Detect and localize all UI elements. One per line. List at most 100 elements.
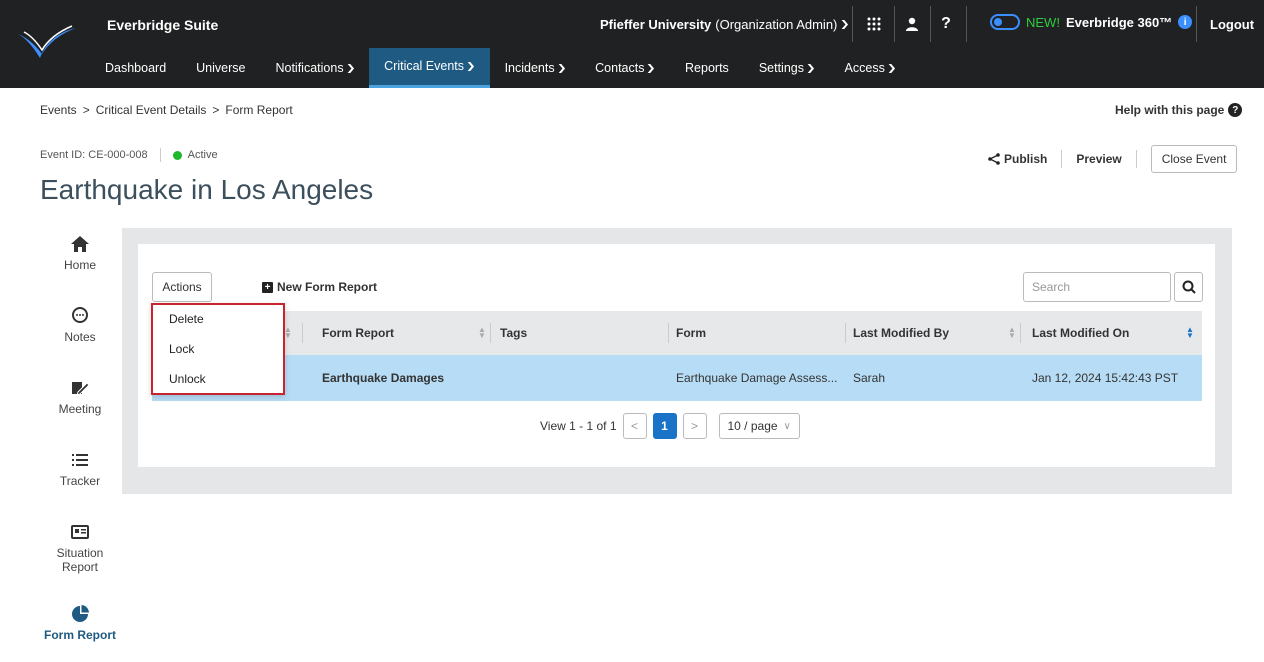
pie-chart-icon	[72, 605, 89, 622]
new-form-report-label: New Form Report	[277, 280, 378, 294]
nav-label: Settings	[758, 61, 804, 75]
side-item-label: Form Report	[44, 628, 116, 642]
sort-icon[interactable]: ▲ ▼	[1008, 326, 1016, 340]
sort-active-icon[interactable]: ▲ ▼	[1186, 326, 1194, 340]
column-divider	[1020, 323, 1021, 343]
actions-button[interactable]: Actions	[152, 272, 212, 302]
column-header-last-modified-by[interactable]: Last Modified By	[853, 311, 949, 355]
table-row[interactable]: ed Earthquake Damages Earthquake Damage …	[152, 355, 1202, 401]
next-page-button[interactable]: >	[682, 413, 707, 439]
new-form-report-button[interactable]: + New Form Report	[262, 280, 377, 294]
sort-icon[interactable]: ▲ ▼	[284, 326, 292, 340]
meeting-icon	[72, 382, 90, 396]
side-item-tracker[interactable]: Tracker	[40, 450, 120, 488]
side-item-form-report[interactable]: Form Report	[40, 604, 120, 642]
menu-item-lock[interactable]: Lock	[169, 342, 194, 356]
form-report-name[interactable]: Earthquake Damages	[322, 355, 444, 401]
new-badge: NEW!	[1026, 14, 1060, 30]
report-icon	[71, 525, 89, 539]
org-role: (Organization Admin)	[715, 17, 838, 32]
apps-grid-icon[interactable]	[860, 10, 888, 38]
side-item-meeting[interactable]: Meeting	[40, 378, 120, 416]
page-size-select[interactable]: 10 / page ∨	[718, 413, 800, 439]
side-item-label: Tracker	[59, 474, 101, 488]
breadcrumb-separator: >	[212, 103, 220, 117]
menu-item-unlock[interactable]: Unlock	[169, 372, 206, 386]
actions-divider	[1135, 150, 1137, 168]
search-button[interactable]	[1174, 272, 1203, 302]
suite-title: Everbridge Suite	[107, 17, 219, 33]
nav-incidents[interactable]: Incidents ❯	[490, 48, 581, 88]
close-event-button[interactable]: Close Event	[1150, 145, 1238, 173]
nav-dashboard[interactable]: Dashboard	[90, 48, 181, 88]
column-header-form[interactable]: Form	[676, 311, 706, 355]
nav-label: Universe	[196, 61, 246, 75]
nav-contacts[interactable]: Contacts ❯	[580, 48, 670, 88]
column-header-tags[interactable]: Tags	[500, 311, 527, 355]
column-header-last-modified-on[interactable]: Last Modified On	[1032, 311, 1129, 355]
chevron-down-icon: ❯	[556, 63, 567, 73]
publish-label: Publish	[1004, 152, 1048, 166]
header-divider	[1196, 6, 1197, 42]
chevron-down-icon: ❯	[646, 63, 657, 73]
side-item-label: Notes	[64, 330, 96, 344]
nav-universe[interactable]: Universe	[181, 48, 260, 88]
info-icon[interactable]: i	[1178, 15, 1193, 29]
header-divider	[966, 6, 967, 42]
column-header-form-report[interactable]: Form Report	[322, 311, 394, 355]
chevron-down-icon: ❯	[886, 63, 897, 73]
question-circle-icon: ?	[1228, 103, 1243, 117]
plus-square-icon: +	[262, 281, 273, 293]
logout-button[interactable]: Logout	[1210, 17, 1254, 32]
form-report-table: ▲ ▼ Form Report ▲ ▼ Tags Form Last Modifie…	[152, 311, 1202, 401]
org-name: Pfieffer University	[600, 17, 712, 32]
chevron-down-icon: ❯	[465, 61, 476, 71]
chevron-down-icon: ❯	[840, 19, 851, 29]
everbridge-360-toggle[interactable]: NEW! Everbridge 360™ i	[990, 14, 1193, 30]
side-item-label: Meeting	[58, 402, 102, 416]
modified-on-cell: Jan 12, 2024 15:42:43 PST	[1032, 371, 1179, 385]
nav-access[interactable]: Access ❯	[830, 48, 911, 88]
side-item-notes[interactable]: Notes	[40, 306, 120, 344]
side-item-home[interactable]: Home	[40, 234, 120, 272]
nav-critical-events[interactable]: Critical Events ❯	[369, 48, 490, 88]
everbridge-logo-icon[interactable]	[14, 24, 80, 62]
breadcrumb: Events > Critical Event Details > Form R…	[40, 103, 293, 117]
column-divider	[845, 323, 846, 343]
nav-settings[interactable]: Settings ❯	[744, 48, 830, 88]
page-size-value: 10 / page	[727, 419, 778, 433]
user-icon[interactable]	[898, 10, 926, 38]
preview-button[interactable]: Preview	[1076, 152, 1121, 166]
prev-page-button[interactable]: <	[622, 413, 647, 439]
search-input[interactable]: Search	[1023, 272, 1171, 302]
side-item-situation-report[interactable]: Situation Report	[40, 522, 120, 574]
menu-item-delete[interactable]: Delete	[169, 312, 204, 326]
breadcrumb-form-report: Form Report	[225, 103, 293, 117]
publish-button[interactable]: Publish	[988, 152, 1047, 166]
nav-label: Incidents	[504, 61, 555, 75]
actions-divider	[1061, 150, 1063, 168]
chat-icon	[72, 307, 88, 323]
chevron-down-icon: ∨	[783, 420, 791, 432]
search-icon	[1182, 280, 1196, 294]
organization-selector[interactable]: Pfieffer University (Organization Admin)…	[600, 17, 851, 32]
toggle-switch[interactable]	[990, 14, 1020, 30]
modified-by-cell: Sarah	[853, 371, 886, 385]
nav-notifications[interactable]: Notifications ❯	[260, 48, 369, 88]
side-item-label: Situation Report	[56, 546, 104, 574]
event-id: Event ID: CE-000-008	[40, 149, 148, 161]
form-cell: Earthquake Damage Assess...	[676, 371, 838, 385]
nav-reports[interactable]: Reports	[670, 48, 744, 88]
breadcrumb-separator: >	[82, 103, 90, 117]
page-title: Earthquake in Los Angeles	[40, 174, 374, 205]
breadcrumb-events[interactable]: Events	[40, 103, 77, 117]
header-divider	[852, 6, 853, 42]
page-1-button[interactable]: 1	[652, 413, 677, 439]
help-question-icon[interactable]: ?	[932, 10, 960, 38]
column-divider	[668, 323, 669, 343]
column-divider	[490, 323, 491, 343]
event-meta: Event ID: CE-000-008 Active	[40, 148, 218, 162]
breadcrumb-critical-event-details[interactable]: Critical Event Details	[96, 103, 207, 117]
help-link[interactable]: Help with this page ?	[1115, 103, 1243, 117]
sort-icon[interactable]: ▲ ▼	[478, 326, 486, 340]
